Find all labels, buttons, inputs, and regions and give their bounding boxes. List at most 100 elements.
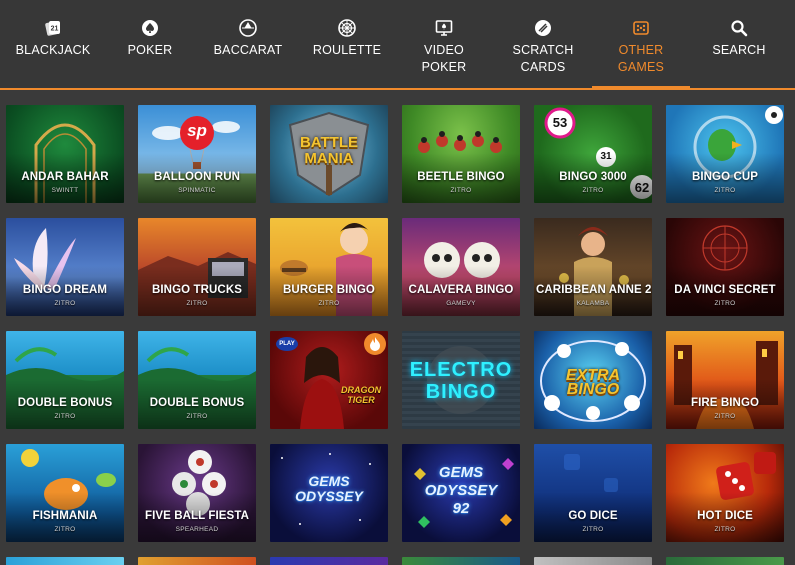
- game-tile-partial[interactable]: [6, 557, 124, 565]
- game-provider: ZITRO: [186, 300, 208, 307]
- game-title: BINGO TRUCKS: [151, 284, 242, 296]
- game-tile-calavera-bingo[interactable]: CALAVERA BINGO GAMEVY: [402, 218, 520, 316]
- game-tile-extra-bingo[interactable]: EXTRA BINGO: [534, 331, 652, 429]
- game-title: DA VINCI SECRET: [674, 284, 776, 296]
- game-tile-hot-dice[interactable]: HOT DICE ZITRO: [666, 444, 784, 542]
- game-tile-andar-bahar[interactable]: ANDAR BAHAR SWINTT: [6, 105, 124, 203]
- game-tile-bingo-3000[interactable]: 53 31 62 BINGO 3000 ZITRO: [534, 105, 652, 203]
- game-title: ANDAR BAHAR: [21, 171, 109, 183]
- game-provider: ZITRO: [318, 300, 340, 307]
- game-tile-five-ball-fiesta[interactable]: FIVE BALL FIESTA SPEARHEAD: [138, 444, 256, 542]
- game-title: BINGO DREAM: [22, 284, 108, 296]
- game-logo-text: BATTLE MANIA: [299, 134, 359, 167]
- game-title: FIRE BINGO: [690, 397, 760, 409]
- game-logo-text: EXTRA BINGO: [565, 367, 621, 398]
- game-tile-fishmania[interactable]: FISHMANIA ZITRO: [6, 444, 124, 542]
- game-logo-text: DRAGON TIGER: [341, 385, 381, 405]
- game-tile-balloon-run[interactable]: sp BALLOON RUN SPINMATIC: [138, 105, 256, 203]
- blackjack-21-icon: 21: [43, 18, 63, 38]
- game-tile-fire-bingo[interactable]: FIRE BINGO ZITRO: [666, 331, 784, 429]
- nav-item-search[interactable]: SEARCH: [708, 0, 770, 88]
- game-title: BALLOON RUN: [153, 171, 241, 183]
- game-title: CARIBBEAN ANNE 2: [536, 284, 652, 296]
- game-provider: ZITRO: [186, 413, 208, 420]
- game-title: HOT DICE: [697, 510, 753, 522]
- nav-label: BACCARAT: [213, 43, 283, 57]
- search-icon: [729, 18, 749, 38]
- nav-item-poker[interactable]: POKER: [120, 0, 180, 88]
- nav-label: VIDEO POKER: [421, 43, 467, 74]
- game-tile-gems-odyssey-92[interactable]: GEMS ODYSSEY 92: [402, 444, 520, 542]
- video-poker-monitor-icon: [434, 18, 454, 38]
- roulette-wheel-icon: [337, 18, 357, 38]
- other-games-icon: [631, 18, 651, 38]
- nav-item-other-games[interactable]: OTHER GAMES: [592, 0, 690, 90]
- game-tile-da-vinci-secret[interactable]: DA VINCI SECRET ZITRO: [666, 218, 784, 316]
- game-tile-beetle-bingo[interactable]: BEETLE BINGO ZITRO: [402, 105, 520, 203]
- live-play-badge: PLAY: [276, 337, 298, 351]
- game-tile-go-dice[interactable]: GO DICE ZITRO: [534, 444, 652, 542]
- baccarat-icon: [238, 18, 258, 38]
- game-provider: ZITRO: [714, 187, 736, 194]
- scratch-card-icon: [533, 18, 553, 38]
- category-nav: 21 BLACKJACK POKER BACCARAT ROULETTE VID…: [0, 0, 795, 90]
- nav-label: SCRATCH CARDS: [512, 43, 574, 74]
- game-title: CALAVERA BINGO: [408, 284, 514, 296]
- game-tile-bingo-cup[interactable]: BINGO CUP ZITRO: [666, 105, 784, 203]
- game-provider: GAMEVY: [446, 300, 476, 307]
- game-provider: ZITRO: [54, 300, 76, 307]
- game-tile-burger-bingo[interactable]: BURGER BINGO ZITRO: [270, 218, 388, 316]
- game-provider: ZITRO: [714, 300, 736, 307]
- game-provider: ZITRO: [54, 526, 76, 533]
- game-tile-caribbean-anne-2[interactable]: CARIBBEAN ANNE 2 KALAMBA: [534, 218, 652, 316]
- game-provider: SWINTT: [51, 187, 79, 194]
- game-provider: ZITRO: [714, 413, 736, 420]
- game-provider: ZITRO: [450, 187, 472, 194]
- game-title: GO DICE: [568, 510, 618, 522]
- game-title: FIVE BALL FIESTA: [144, 510, 250, 522]
- game-title: BINGO 3000: [559, 171, 627, 183]
- game-tile-bingo-trucks[interactable]: BINGO TRUCKS ZITRO: [138, 218, 256, 316]
- spade-icon: [140, 18, 160, 38]
- nav-item-blackjack[interactable]: 21 BLACKJACK: [16, 0, 90, 88]
- hot-game-flame-icon: [364, 333, 386, 355]
- game-tile-electro-bingo[interactable]: ELECTRO BINGO: [402, 331, 520, 429]
- nav-item-roulette[interactable]: ROULETTE: [312, 0, 382, 88]
- nav-label: POKER: [127, 43, 173, 57]
- game-title: DOUBLE BONUS: [17, 397, 113, 409]
- game-logo-text: ELECTRO BINGO: [409, 359, 513, 403]
- ball-number: 53: [552, 115, 568, 130]
- nav-label: OTHER GAMES: [617, 43, 665, 74]
- game-title: BINGO CUP: [691, 171, 759, 183]
- game-logo-text: GEMS ODYSSEY 92: [424, 464, 498, 517]
- game-tile-partial[interactable]: [138, 557, 256, 565]
- nav-item-scratch-cards[interactable]: SCRATCH CARDS: [508, 0, 578, 88]
- game-tile-double-bonus-1[interactable]: DOUBLE BONUS ZITRO: [6, 331, 124, 429]
- game-tile-partial[interactable]: [666, 557, 784, 565]
- game-title: BURGER BINGO: [283, 284, 375, 296]
- game-tile-battle-mania[interactable]: BATTLE MANIA: [270, 105, 388, 203]
- nav-label: SEARCH: [712, 43, 766, 57]
- game-logo-text: sp: [187, 121, 207, 140]
- game-tile-partial[interactable]: [402, 557, 520, 565]
- svg-text:21: 21: [51, 26, 59, 33]
- game-provider: ZITRO: [54, 413, 76, 420]
- game-tile-partial[interactable]: [270, 557, 388, 565]
- nav-label: ROULETTE: [312, 43, 382, 57]
- nav-item-video-poker[interactable]: VIDEO POKER: [403, 0, 485, 88]
- game-provider: ZITRO: [582, 187, 604, 194]
- game-tile-dragon-tiger[interactable]: PLAY DRAGON TIGER: [270, 331, 388, 429]
- game-tile-gems-odyssey[interactable]: GEMS ODYSSEY: [270, 444, 388, 542]
- game-grid: ANDAR BAHAR SWINTT sp BALLOON RUN SPINMA…: [0, 92, 795, 565]
- game-provider: ZITRO: [582, 526, 604, 533]
- game-title: BEETLE BINGO: [417, 171, 505, 183]
- game-tile-double-bonus-2[interactable]: DOUBLE BONUS ZITRO: [138, 331, 256, 429]
- game-provider: SPINMATIC: [178, 187, 216, 194]
- game-provider: ZITRO: [714, 526, 736, 533]
- game-provider: KALAMBA: [576, 300, 610, 307]
- game-tile-partial[interactable]: [534, 557, 652, 565]
- game-tile-bingo-dream[interactable]: BINGO DREAM ZITRO: [6, 218, 124, 316]
- game-title: DOUBLE BONUS: [149, 397, 245, 409]
- nav-item-baccarat[interactable]: BACCARAT: [213, 0, 283, 88]
- game-logo-text: GEMS ODYSSEY: [295, 473, 363, 504]
